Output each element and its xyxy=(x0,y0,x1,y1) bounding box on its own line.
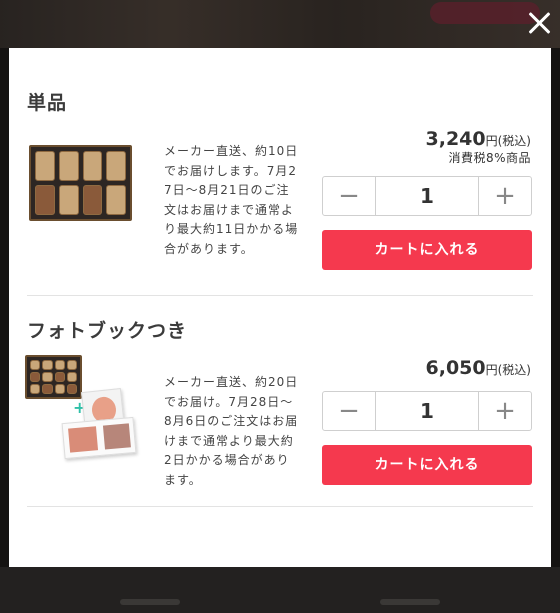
add-to-cart-button-single[interactable]: カートに入れる xyxy=(322,230,532,270)
background-footer-bar xyxy=(0,567,560,613)
price-value: 3,240 xyxy=(425,128,486,150)
tax-note: 消費税8%商品 xyxy=(448,151,531,165)
increment-button[interactable]: + xyxy=(478,392,531,430)
decrement-button[interactable]: − xyxy=(323,177,376,215)
delivery-note-photobook: メーカー直送、約20日でお届け。7月28日〜8月6日のご注文はお届けまで通常より… xyxy=(164,375,299,487)
decrement-button[interactable]: − xyxy=(323,392,376,430)
section-divider xyxy=(27,506,533,507)
price-single: 3,240円(税込) xyxy=(426,128,531,150)
photobook-open xyxy=(61,416,137,460)
increment-button[interactable]: + xyxy=(478,177,531,215)
purchase-modal: 単品 メーカー直送、約10日でお届けします。7月27日〜8月21日のご注文はお届… xyxy=(9,48,551,567)
quantity-value[interactable]: 1 xyxy=(376,392,478,430)
section-divider xyxy=(27,295,533,296)
close-icon[interactable] xyxy=(524,8,554,38)
product-image-single xyxy=(29,145,132,221)
price-suffix: 円(税込) xyxy=(485,363,531,377)
price-photobook: 6,050円(税込) xyxy=(426,357,531,379)
quantity-stepper-photobook: − 1 + xyxy=(322,391,532,431)
product-image-photobook: + xyxy=(25,355,145,460)
price-value: 6,050 xyxy=(425,357,486,379)
add-to-cart-button-photobook[interactable]: カートに入れる xyxy=(322,445,532,485)
delivery-note-single: メーカー直送、約10日でお届けします。7月27日〜8月21日のご注文はお届けまで… xyxy=(164,144,299,256)
quantity-value[interactable]: 1 xyxy=(376,177,478,215)
section-title-photobook: フォトブックつき xyxy=(27,320,188,342)
section-title-single: 単品 xyxy=(27,92,68,114)
quantity-stepper-single: − 1 + xyxy=(322,176,532,216)
price-suffix: 円(税込) xyxy=(485,134,531,148)
